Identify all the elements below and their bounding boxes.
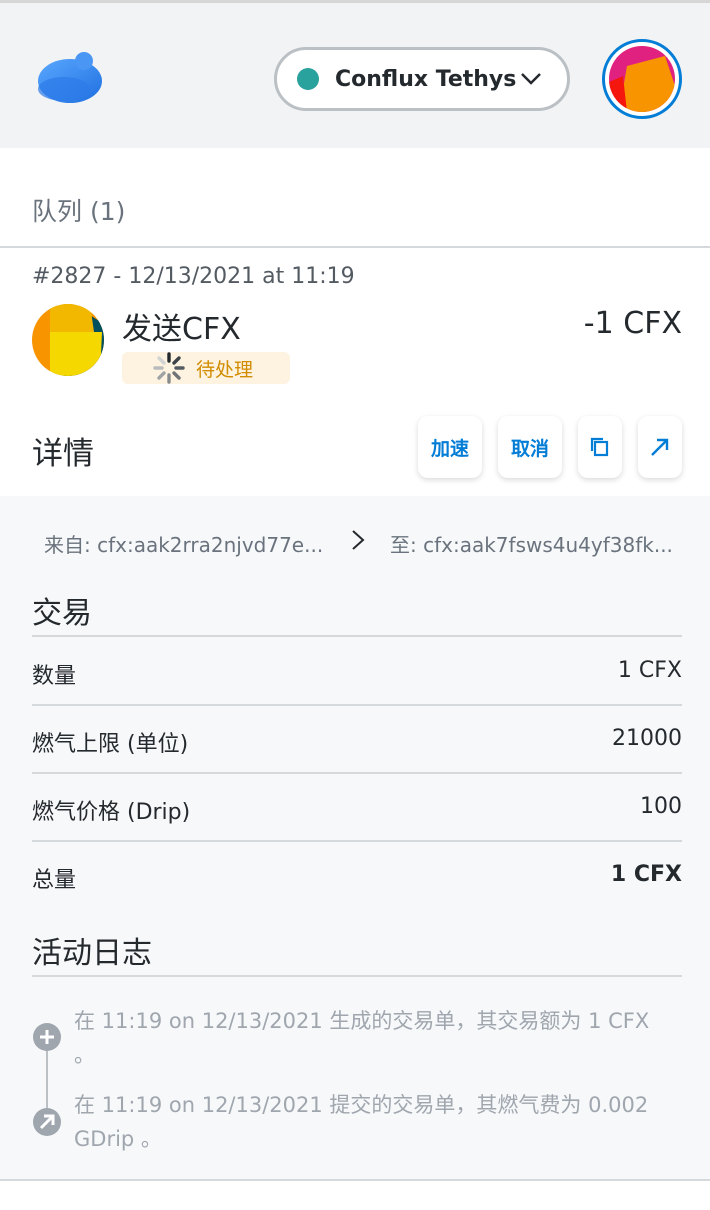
transaction-amount: -1 CFX bbox=[583, 306, 682, 341]
token-icon bbox=[32, 304, 104, 376]
speed-up-button[interactable]: 加速 bbox=[418, 416, 482, 478]
arrow-up-right-circle-icon bbox=[33, 1108, 61, 1136]
from-address[interactable]: 来自: cfx:aak2rra2njvd77e... bbox=[44, 529, 323, 558]
network-status-dot-icon bbox=[297, 68, 319, 90]
copy-button[interactable] bbox=[578, 416, 622, 478]
gas-limit-label: 燃气上限 (单位) bbox=[32, 732, 189, 757]
plus-circle-icon bbox=[33, 1023, 61, 1051]
view-on-explorer-button[interactable] bbox=[638, 416, 682, 478]
activity-log-title: 活动日志 bbox=[32, 936, 152, 971]
account-avatar[interactable] bbox=[602, 39, 682, 119]
to-address[interactable]: 至: cfx:aak7fsws4u4yf38fk... bbox=[390, 529, 673, 558]
copy-icon bbox=[590, 437, 609, 457]
details-panel bbox=[0, 496, 710, 1179]
status-label: 待处理 bbox=[196, 358, 254, 381]
divider bbox=[32, 704, 682, 706]
status-badge: 待处理 bbox=[122, 352, 290, 384]
amount-value: 1 CFX bbox=[617, 658, 682, 683]
network-name: Conflux Tethys bbox=[335, 66, 517, 92]
app-logo-icon[interactable] bbox=[34, 49, 104, 107]
gas-price-label: 燃气价格 (Drip) bbox=[32, 800, 191, 825]
divider bbox=[32, 975, 682, 977]
network-selector[interactable]: Conflux Tethys bbox=[274, 47, 570, 111]
divider bbox=[32, 772, 682, 774]
details-title: 详情 bbox=[32, 436, 94, 472]
gas-price-value: 100 bbox=[640, 794, 682, 819]
footer bbox=[0, 1181, 710, 1210]
activity-entry: 在 11:19 on 12/13/2021 生成的交易单，其交易额为 1 CFX… bbox=[74, 1009, 650, 1067]
transaction-title: 发送CFX bbox=[122, 312, 241, 347]
transaction-section-title: 交易 bbox=[32, 596, 92, 631]
chevron-right-icon bbox=[352, 530, 365, 550]
divider bbox=[32, 635, 682, 637]
gas-limit-value: 21000 bbox=[612, 726, 682, 751]
activity-entry: 在 11:19 on 12/13/2021 提交的交易单，其燃气费为 0.002… bbox=[74, 1093, 649, 1151]
chevron-down-icon bbox=[521, 73, 541, 85]
app-header: Conflux Tethys bbox=[0, 3, 710, 148]
external-link-icon bbox=[651, 438, 669, 456]
spinner-icon bbox=[153, 352, 185, 384]
queue-title: 队列 (1) bbox=[32, 197, 126, 226]
divider bbox=[0, 246, 710, 248]
total-label: 总量 bbox=[32, 868, 77, 893]
transaction-meta: #2827 - 12/13/2021 at 11:19 bbox=[32, 264, 355, 289]
total-value: 1 CFX bbox=[610, 862, 682, 887]
divider bbox=[32, 840, 682, 842]
amount-label: 数量 bbox=[32, 664, 77, 689]
cancel-button[interactable]: 取消 bbox=[498, 416, 562, 478]
